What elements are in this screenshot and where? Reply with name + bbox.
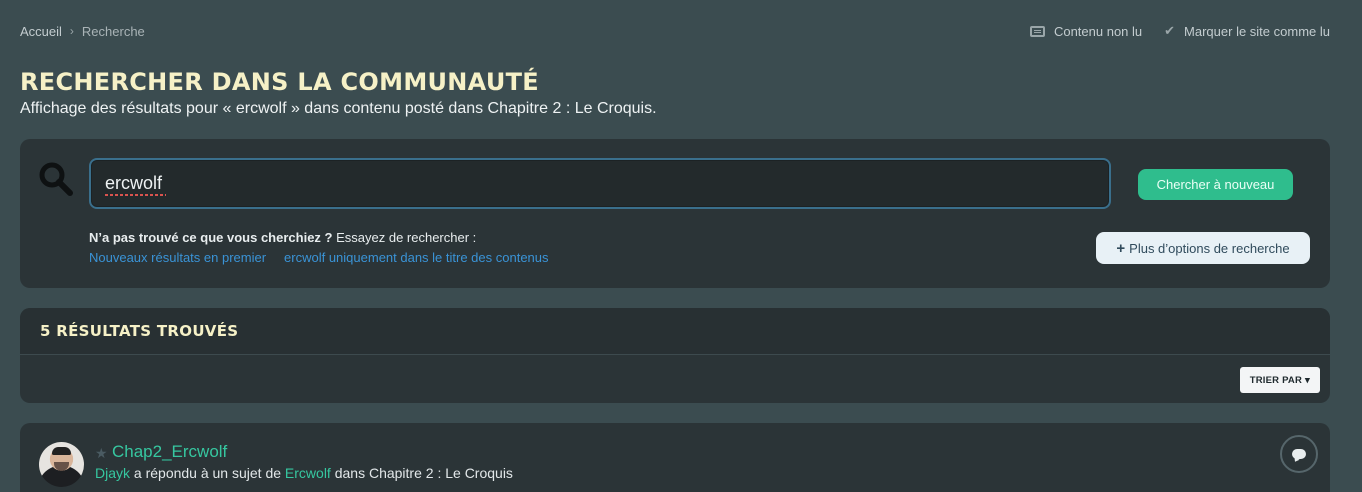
more-search-options-button[interactable]: + Plus d’options de recherche — [1096, 232, 1310, 264]
author-link[interactable]: Djayk — [95, 465, 130, 481]
search-icon — [39, 162, 73, 196]
star-icon[interactable]: ★ — [95, 445, 108, 462]
plus-icon: + — [1116, 239, 1126, 257]
mark-site-read-link[interactable]: ✔ Marquer le site comme lu — [1164, 23, 1330, 39]
results-panel: 5 RÉSULTATS TROUVÉS TRIER PAR ▾ — [20, 308, 1330, 403]
result-location-text: dans Chapitre 2 : Le Croquis — [330, 465, 513, 481]
result-title-link[interactable]: Chap2_Ercwolf — [112, 442, 227, 462]
sort-by-button[interactable]: TRIER PAR ▾ — [1239, 367, 1320, 393]
search-input[interactable] — [89, 158, 1111, 209]
result-action-text: a répondu à un sujet de — [130, 465, 285, 481]
spellcheck-underline — [105, 194, 166, 196]
sort-by-label: TRIER PAR — [1249, 374, 1303, 386]
search-hint-question: N’a pas trouvé ce que vous cherchiez ? — [89, 230, 333, 245]
results-count: 5 RÉSULTATS TROUVÉS — [20, 308, 1330, 355]
breadcrumb-home[interactable]: Accueil — [20, 24, 62, 39]
page-subtitle: Affichage des résultats pour « ercwolf »… — [20, 100, 657, 117]
result-meta: Djayk a répondu à un sujet de Ercwolf da… — [95, 465, 513, 481]
top-bar: Accueil › Recherche Contenu non lu ✔ Mar… — [20, 22, 1330, 40]
unread-content-link[interactable]: Contenu non lu — [1029, 23, 1143, 39]
avatar[interactable] — [39, 442, 84, 487]
topic-author-link[interactable]: Ercwolf — [285, 465, 331, 481]
more-search-options-label: Plus d’options de recherche — [1129, 240, 1290, 256]
suggestion-newest-first-link[interactable]: Nouveaux résultats en premier — [89, 250, 266, 265]
search-hint: N’a pas trouvé ce que vous cherchiez ? E… — [89, 230, 476, 245]
comment-icon — [1280, 435, 1318, 473]
breadcrumb-separator-icon: › — [69, 24, 74, 38]
suggestion-title-only-link[interactable]: ercwolf uniquement dans le titre des con… — [284, 250, 549, 265]
result-item: ★ Chap2_Ercwolf Djayk a répondu à un suj… — [20, 423, 1330, 492]
top-actions: Contenu non lu ✔ Marquer le site comme l… — [1029, 23, 1330, 39]
search-again-button[interactable]: Chercher à nouveau — [1138, 169, 1293, 200]
newspaper-icon — [1029, 25, 1045, 37]
checkmark-icon: ✔ — [1164, 23, 1176, 38]
search-panel: Chercher à nouveau N’a pas trouvé ce que… — [20, 139, 1330, 288]
caret-down-icon: ▾ — [1305, 374, 1310, 386]
unread-content-label: Contenu non lu — [1053, 23, 1143, 39]
search-hint-suggestion: Essayez de rechercher : — [332, 230, 477, 245]
breadcrumb: Accueil › Recherche — [20, 24, 145, 39]
page-title: RECHERCHER DANS LA COMMUNAUTÉ — [20, 68, 539, 96]
mark-site-read-label: Marquer le site comme lu — [1184, 23, 1330, 39]
search-suggestions: Nouveaux résultats en premier ercwolf un… — [89, 250, 549, 265]
breadcrumb-current: Recherche — [81, 23, 145, 39]
